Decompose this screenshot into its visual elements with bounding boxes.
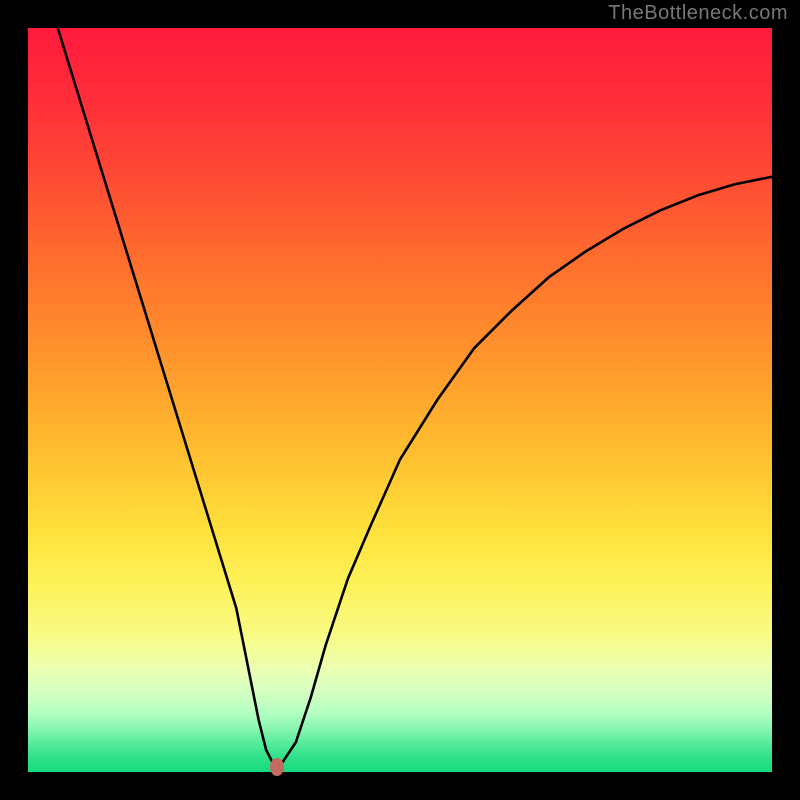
- chart-frame: TheBottleneck.com: [0, 0, 800, 800]
- optimal-point-marker: [270, 758, 284, 776]
- plot-area: [28, 28, 772, 772]
- watermark-text: TheBottleneck.com: [608, 2, 788, 25]
- bottleneck-curve: [28, 28, 772, 772]
